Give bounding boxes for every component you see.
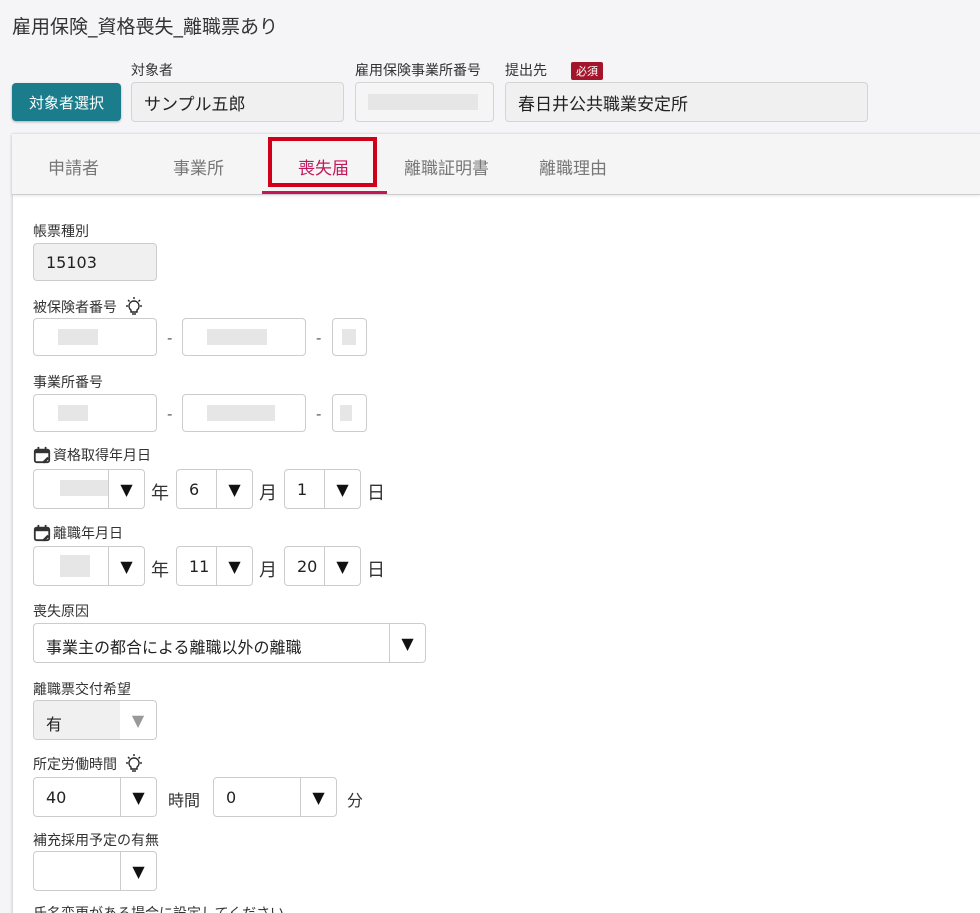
office-number-part3[interactable] xyxy=(332,394,367,432)
submit-to-label: 提出先 xyxy=(505,63,547,79)
form-panel xyxy=(12,134,980,913)
subject-value: サンプル五郎 xyxy=(144,94,246,115)
dropdown-arrow-icon: ▼ xyxy=(108,547,144,585)
acquired-day-value: 1 xyxy=(297,480,308,499)
tab-bar xyxy=(12,134,980,195)
replacement-select[interactable]: ▼ xyxy=(33,851,157,891)
office-number-part1[interactable] xyxy=(33,394,157,432)
slip-request-label: 離職票交付希望 xyxy=(33,682,131,698)
office-number-field[interactable] xyxy=(355,82,494,122)
dropdown-arrow-icon: ▼ xyxy=(300,778,336,816)
dropdown-arrow-icon: ▼ xyxy=(324,547,360,585)
leave-date-label: 離職年月日 xyxy=(33,523,123,543)
subject-label: 対象者 xyxy=(131,63,173,79)
loss-reason-select[interactable]: 事業主の都合による離職以外の離職 ▼ xyxy=(33,623,426,663)
tab-highlight-box xyxy=(268,137,377,187)
form-type-label: 帳票種別 xyxy=(33,224,89,240)
dash: - xyxy=(167,405,173,423)
dropdown-arrow-icon: ▼ xyxy=(120,778,156,816)
dropdown-arrow-icon: ▼ xyxy=(131,710,145,730)
name-change-label: 氏名変更がある場合に設定してください xyxy=(33,903,284,913)
select-subject-button[interactable]: 対象者選択 xyxy=(12,83,121,121)
insured-number-label: 被保険者番号 xyxy=(33,296,145,318)
loss-reason-value: 事業主の都合による離職以外の離職 xyxy=(46,638,302,657)
loss-reason-label: 喪失原因 xyxy=(33,604,89,620)
leave-day-value: 20 xyxy=(297,557,318,576)
insured-number-part3[interactable] xyxy=(332,318,367,356)
page-title: 雇用保険_資格喪失_離職票あり xyxy=(12,16,279,38)
form-type-value: 15103 xyxy=(46,252,97,272)
acquired-date-label: 資格取得年月日 xyxy=(33,445,151,465)
acquired-month-value: 6 xyxy=(189,480,200,499)
minutes-unit: 分 xyxy=(347,791,364,810)
insured-number-part2[interactable] xyxy=(182,318,306,356)
acquired-year-select[interactable]: ▼ xyxy=(33,469,145,509)
office-number-part2[interactable] xyxy=(182,394,306,432)
required-badge: 必須 xyxy=(571,62,603,80)
form-type-field: 15103 xyxy=(33,243,157,281)
acquired-month-select[interactable]: 6 ▼ xyxy=(176,469,253,509)
tab-separation-reason[interactable]: 離職理由 xyxy=(539,154,607,179)
dash: - xyxy=(316,329,322,347)
submit-to-field[interactable]: 春日井公共職業安定所 xyxy=(505,82,868,122)
minutes-value: 0 xyxy=(226,788,237,807)
subject-field[interactable]: サンプル五郎 xyxy=(131,82,344,122)
submit-to-value: 春日井公共職業安定所 xyxy=(518,94,688,115)
tab-office[interactable]: 事業所 xyxy=(173,154,224,179)
day-unit: 日 xyxy=(367,560,385,581)
replacement-label: 補充採用予定の有無 xyxy=(33,833,159,849)
hours-select[interactable]: 40 ▼ xyxy=(33,777,157,817)
year-unit: 年 xyxy=(151,483,169,504)
tab-applicant[interactable]: 申請者 xyxy=(48,154,99,179)
work-hours-label: 所定労働時間 xyxy=(33,753,145,775)
dash: - xyxy=(316,405,322,423)
dropdown-arrow-icon: ▼ xyxy=(108,470,144,508)
dropdown-arrow-icon: ▼ xyxy=(324,470,360,508)
day-unit: 日 xyxy=(367,483,385,504)
redacted-value xyxy=(368,94,478,110)
hint-bulb-icon[interactable] xyxy=(123,753,145,775)
dropdown-arrow-icon: ▼ xyxy=(120,852,156,890)
slip-request-value: 有 xyxy=(46,715,63,734)
insured-number-part1[interactable] xyxy=(33,318,157,356)
dropdown-arrow-icon: ▼ xyxy=(389,624,425,662)
hint-bulb-icon[interactable] xyxy=(123,296,145,318)
month-unit: 月 xyxy=(259,560,277,581)
dash: - xyxy=(167,329,173,347)
leave-month-value: 11 xyxy=(189,557,210,576)
hours-unit: 時間 xyxy=(168,791,201,810)
tab-separation-certificate[interactable]: 離職証明書 xyxy=(404,154,489,179)
slip-request-select[interactable]: 有 ▼ xyxy=(33,700,157,740)
leave-day-select[interactable]: 20 ▼ xyxy=(284,546,361,586)
month-unit: 月 xyxy=(259,483,277,504)
hours-value: 40 xyxy=(46,788,67,807)
leave-year-select[interactable]: ▼ xyxy=(33,546,145,586)
leave-month-select[interactable]: 11 ▼ xyxy=(176,546,253,586)
year-unit: 年 xyxy=(151,560,169,581)
dropdown-arrow-icon: ▼ xyxy=(216,470,252,508)
dropdown-arrow-icon: ▼ xyxy=(216,547,252,585)
minutes-select[interactable]: 0 ▼ xyxy=(213,777,337,817)
calendar-edit-icon xyxy=(33,524,51,542)
active-tab-indicator xyxy=(262,191,387,194)
office-number-label: 雇用保険事業所番号 xyxy=(355,63,481,79)
calendar-edit-icon xyxy=(33,446,51,464)
acquired-day-select[interactable]: 1 ▼ xyxy=(284,469,361,509)
office-number-label: 事業所番号 xyxy=(33,375,103,391)
